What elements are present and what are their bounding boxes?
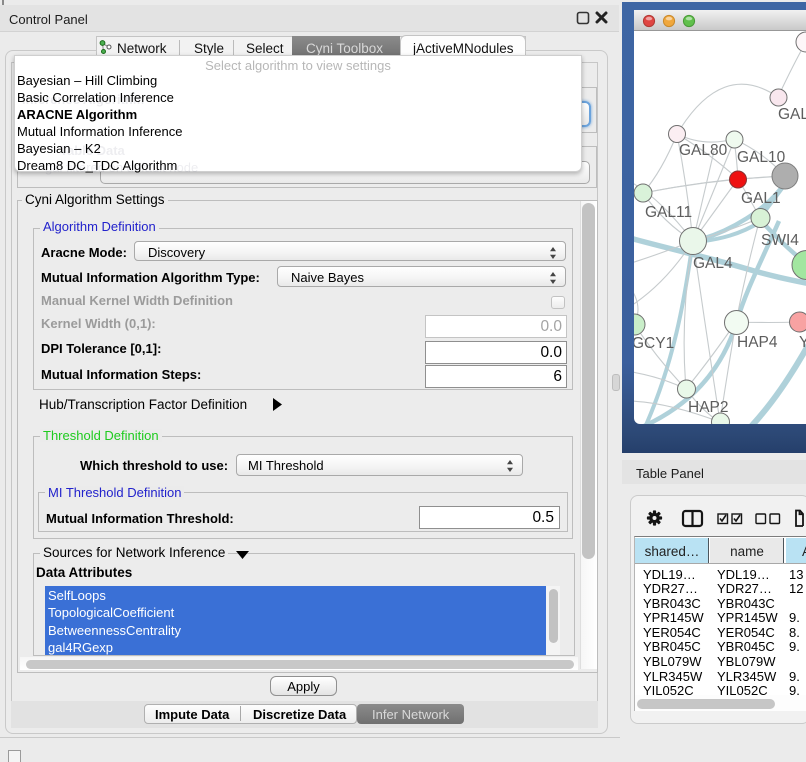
svg-text:GAL1: GAL1 xyxy=(741,190,781,207)
svg-text:GAL11: GAL11 xyxy=(645,204,692,221)
svg-text:SWI4: SWI4 xyxy=(761,232,799,249)
svg-text:GAL: GAL xyxy=(778,106,806,123)
svg-text:GAL4: GAL4 xyxy=(693,255,733,272)
svg-text:GAL10: GAL10 xyxy=(737,149,786,166)
svg-text:Y: Y xyxy=(799,334,806,351)
svg-text:HAP4: HAP4 xyxy=(737,334,778,351)
svg-text:HAP2: HAP2 xyxy=(688,399,729,416)
svg-text:GAL80: GAL80 xyxy=(679,142,728,159)
svg-text:GCY1: GCY1 xyxy=(634,335,674,352)
